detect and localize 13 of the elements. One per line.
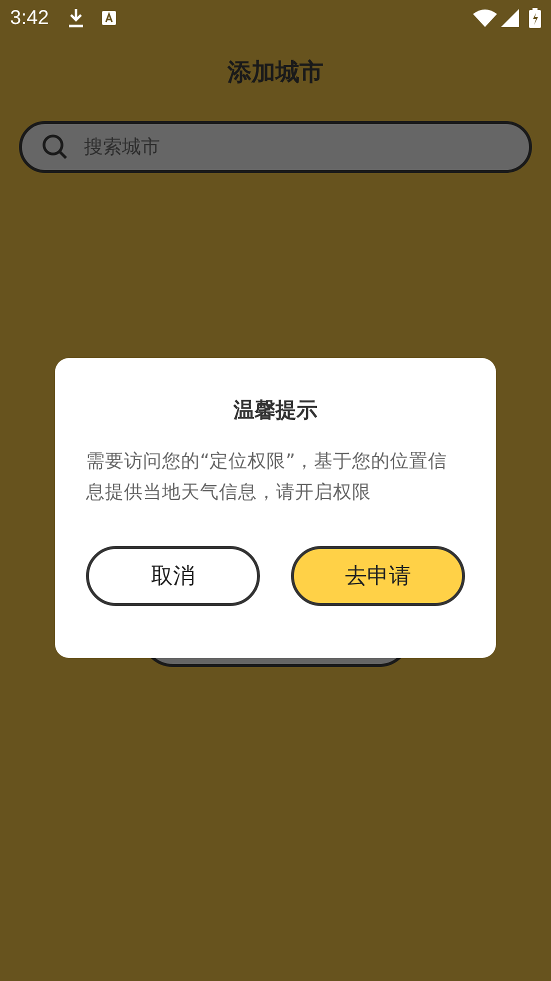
search-icon bbox=[42, 134, 68, 160]
search-field[interactable]: 搜索城市 bbox=[19, 121, 532, 173]
apply-button[interactable]: 去申请 bbox=[291, 546, 465, 606]
signal-icon bbox=[501, 9, 519, 27]
cancel-button[interactable]: 取消 bbox=[86, 546, 260, 606]
page-title: 添加城市 bbox=[228, 57, 324, 88]
battery-icon bbox=[529, 8, 541, 28]
download-icon bbox=[66, 8, 85, 28]
notification-icon bbox=[100, 10, 117, 26]
dialog-title: 温馨提示 bbox=[232, 397, 318, 424]
wifi-icon bbox=[473, 9, 497, 27]
dialog-message: 需要访问您的“定位权限”，基于您的位置信息提供当地天气信息，请开启权限 bbox=[86, 450, 448, 505]
status-time: 3:42 bbox=[10, 6, 49, 30]
